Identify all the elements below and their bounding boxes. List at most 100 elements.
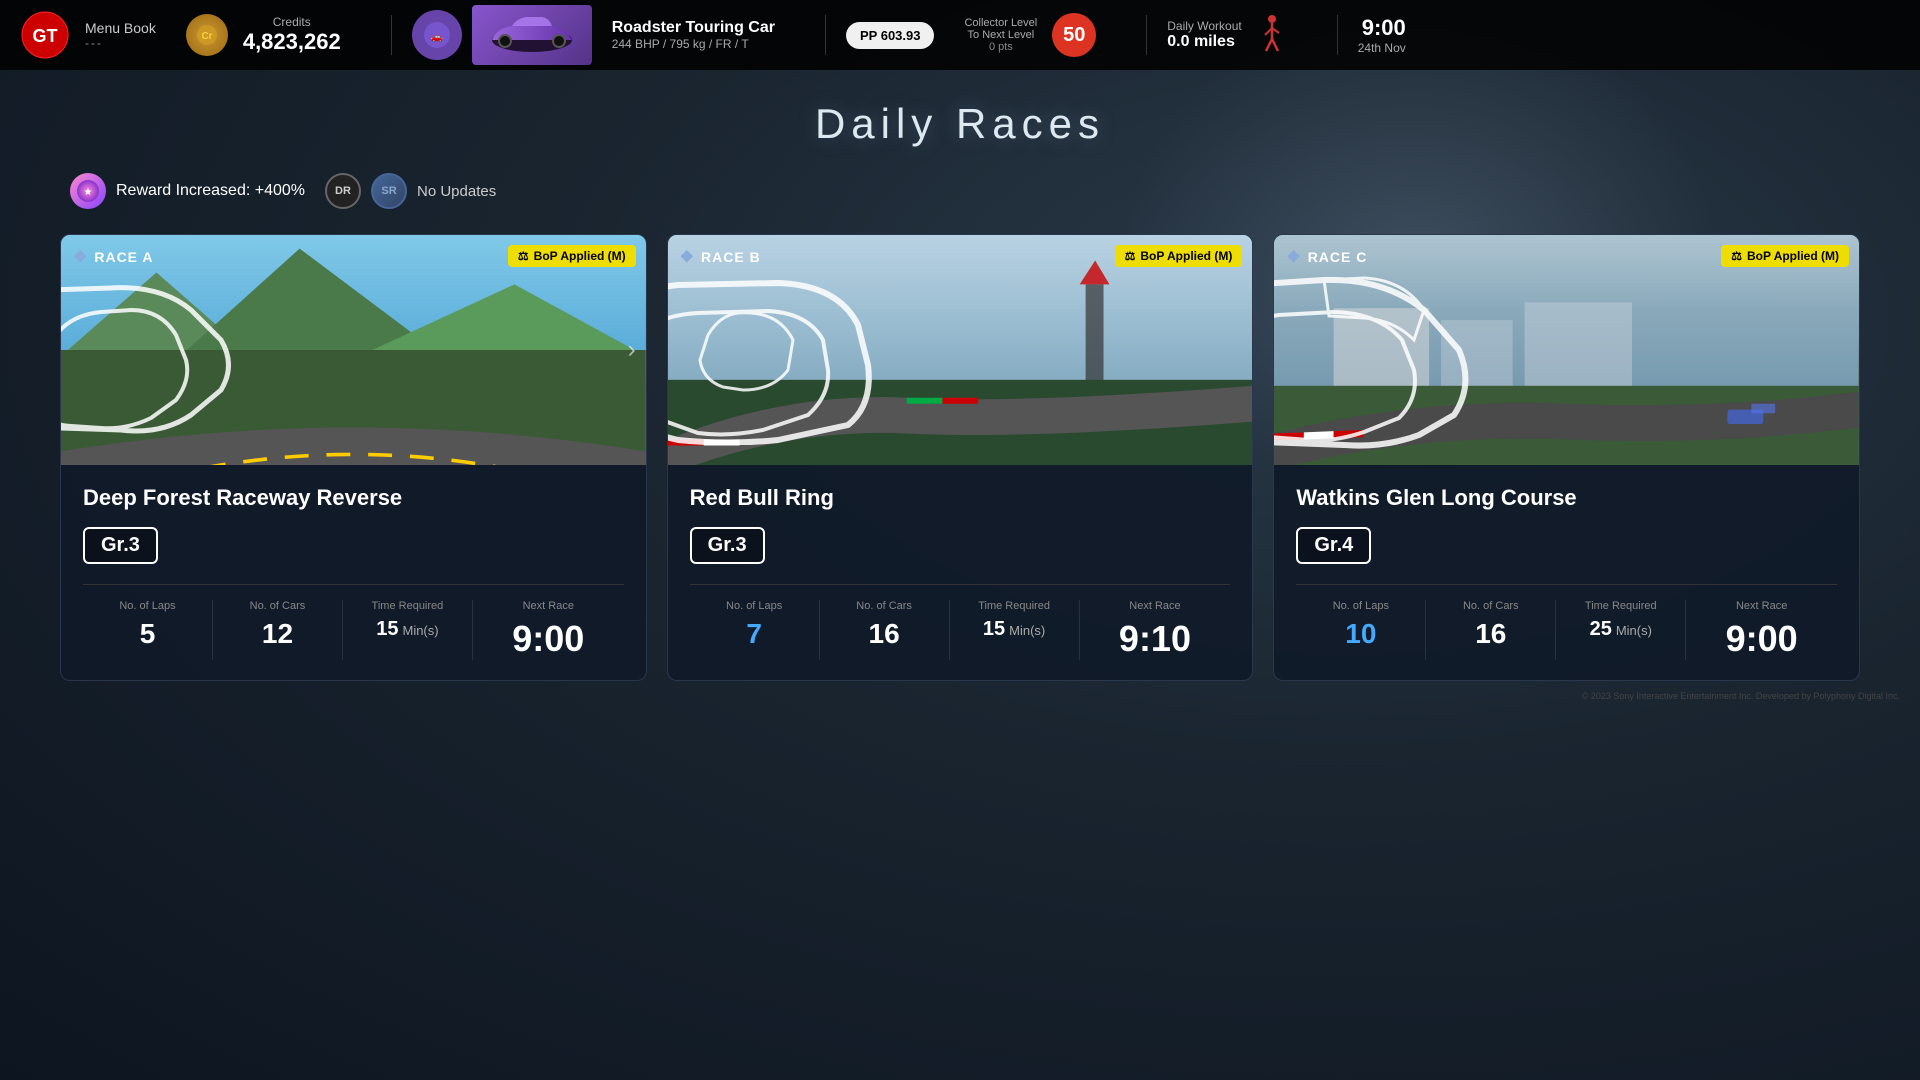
race-a-gr-badge: Gr.3 — [83, 527, 158, 564]
race-b-time-group: Time Required 15 Min(s) — [950, 600, 1080, 660]
race-c-time-unit: Min(s) — [1616, 623, 1652, 638]
race-a-label: RACE A — [94, 249, 153, 265]
nav-divider-2 — [825, 15, 826, 55]
workout-label: Daily Workout — [1167, 19, 1241, 33]
race-b-label: RACE B — [701, 249, 761, 265]
gt-logo: GT — [20, 10, 70, 60]
race-a-cars-group: No. of Cars 12 — [213, 600, 343, 660]
car-info-section: Roadster Touring Car 244 BHP / 795 kg / … — [612, 19, 775, 51]
bop-icon-c: ⚖ — [1731, 249, 1742, 263]
current-time: 9:00 — [1362, 15, 1406, 41]
bop-icon-a: ⚖ — [518, 249, 529, 263]
update-badges: DR SR No Updates — [325, 173, 496, 209]
race-a-next-value: 9:00 — [512, 618, 584, 660]
race-c-gr-badge: Gr.4 — [1296, 527, 1371, 564]
svg-text:★: ★ — [84, 187, 93, 198]
credits-label: Credits — [273, 15, 311, 29]
credits-section: Credits 4,823,262 — [243, 15, 341, 55]
car-name: Roadster Touring Car — [612, 19, 775, 37]
track-outline-a — [61, 280, 241, 445]
race-a-track-name: Deep Forest Raceway Reverse — [83, 485, 624, 511]
race-b-icon: ❖ — [680, 247, 695, 267]
race-b-cars-value: 16 — [869, 618, 900, 650]
dr-label: DR — [335, 185, 351, 197]
svg-text:Cr: Cr — [201, 31, 212, 42]
race-a-time-group: Time Required 15 Min(s) — [343, 600, 473, 660]
reward-icon: ★ — [70, 173, 106, 209]
no-updates-text: No Updates — [417, 183, 496, 200]
race-c-icon: ❖ — [1286, 247, 1301, 267]
bop-icon-b: ⚖ — [1125, 249, 1136, 263]
race-a-icon: ❖ — [73, 247, 88, 267]
race-c-badge: ❖ RACE C — [1286, 247, 1367, 267]
race-cards-container: ❖ RACE A ⚖ BoP Applied (M) › Deep Forest… — [60, 234, 1860, 681]
race-c-time-row: 25 Min(s) — [1590, 618, 1652, 641]
race-card-a[interactable]: ❖ RACE A ⚖ BoP Applied (M) › Deep Forest… — [60, 234, 647, 681]
race-b-time-unit: Min(s) — [1009, 623, 1045, 638]
nav-divider-1 — [391, 15, 392, 55]
race-a-laps-value: 5 — [140, 618, 156, 650]
race-a-time-unit: Min(s) — [402, 623, 438, 638]
collector-level-value: 50 — [1063, 24, 1085, 47]
race-b-laps-group: No. of Laps 7 — [690, 600, 820, 660]
sr-badge: SR — [371, 173, 407, 209]
race-c-laps-group: No. of Laps 10 — [1296, 600, 1426, 660]
race-b-next-value: 9:10 — [1119, 618, 1191, 660]
collector-label: Collector Level — [964, 17, 1037, 29]
race-a-time-value: 15 — [376, 618, 398, 641]
race-a-cars-value: 12 — [262, 618, 293, 650]
car-specs: 244 BHP / 795 kg / FR / T — [612, 37, 775, 51]
race-card-c[interactable]: ❖ RACE C ⚖ BoP Applied (M) Watkins Glen … — [1273, 234, 1860, 681]
race-b-laps-value: 7 — [746, 618, 762, 650]
bop-label-c: BoP Applied (M) — [1747, 249, 1839, 263]
race-c-cars-value: 16 — [1475, 618, 1506, 650]
pp-value: 603.93 — [881, 28, 921, 43]
race-b-badge: ❖ RACE B — [680, 247, 761, 267]
race-b-stats: No. of Laps 7 No. of Cars 16 Time Requir… — [690, 584, 1231, 660]
race-a-info: Deep Forest Raceway Reverse Gr.3 No. of … — [61, 465, 646, 680]
race-c-cars-label: No. of Cars — [1463, 600, 1519, 612]
race-c-stats: No. of Laps 10 No. of Cars 16 Time Requi… — [1296, 584, 1837, 660]
race-b-bop: ⚖ BoP Applied (M) — [1115, 245, 1243, 267]
race-a-laps-group: No. of Laps 5 — [83, 600, 213, 660]
race-b-image: ❖ RACE B ⚖ BoP Applied (M) — [668, 235, 1253, 465]
race-c-next-value: 9:00 — [1726, 618, 1798, 660]
race-c-time-group: Time Required 25 Min(s) — [1556, 600, 1686, 660]
svg-text:GT: GT — [33, 26, 58, 46]
bop-label-b: BoP Applied (M) — [1140, 249, 1232, 263]
race-a-time-label: Time Required — [372, 600, 444, 612]
menu-book-section: Menu Book --- — [85, 20, 156, 50]
dr-badge: DR — [325, 173, 361, 209]
reward-text: Reward Increased: +400% — [116, 182, 305, 200]
race-c-image: ❖ RACE C ⚖ BoP Applied (M) — [1274, 235, 1859, 465]
track-outline-c — [1274, 270, 1484, 455]
page-title: Daily Races — [60, 100, 1860, 148]
race-a-next-group: Next Race 9:00 — [473, 600, 624, 660]
race-c-time-value: 25 — [1590, 618, 1612, 641]
menu-book-dots: --- — [85, 36, 156, 50]
race-b-time-row: 15 Min(s) — [983, 618, 1045, 641]
race-c-next-group: Next Race 9:00 — [1686, 600, 1837, 660]
race-a-time-row: 15 Min(s) — [376, 618, 438, 641]
race-b-track-name: Red Bull Ring — [690, 485, 1231, 511]
svg-text:🚗: 🚗 — [430, 32, 442, 43]
nav-divider-3 — [1146, 15, 1147, 55]
pp-rating: PP 603.93 — [846, 22, 935, 49]
race-c-next-label: Next Race — [1736, 600, 1787, 612]
sr-label: SR — [381, 185, 396, 197]
race-c-time-label: Time Required — [1585, 600, 1657, 612]
race-a-arrow: › — [628, 336, 636, 364]
credits-coin-icon: Cr — [186, 14, 228, 56]
race-card-b[interactable]: ❖ RACE B ⚖ BoP Applied (M) Red Bull Ring… — [667, 234, 1254, 681]
race-a-image: ❖ RACE A ⚖ BoP Applied (M) › — [61, 235, 646, 465]
race-a-bop: ⚖ BoP Applied (M) — [508, 245, 636, 267]
collector-level-section: Collector Level To Next Level 0 pts — [964, 17, 1037, 53]
race-c-label: RACE C — [1308, 249, 1368, 265]
race-c-laps-value: 10 — [1345, 618, 1376, 650]
collector-level-badge: 50 — [1052, 13, 1096, 57]
menu-book-title: Menu Book — [85, 20, 156, 36]
race-c-cars-group: No. of Cars 16 — [1426, 600, 1556, 660]
race-c-track-name: Watkins Glen Long Course — [1296, 485, 1837, 511]
race-a-badge: ❖ RACE A — [73, 247, 154, 267]
car-nav-icon: 🚗 — [412, 10, 462, 60]
